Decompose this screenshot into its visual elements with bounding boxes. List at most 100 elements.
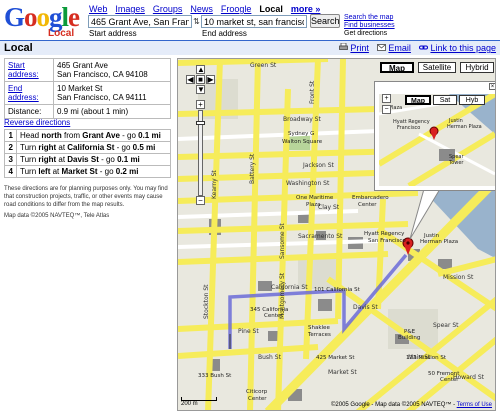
pan-right-icon[interactable]: ▶ xyxy=(206,75,215,84)
zoom-in-icon[interactable]: + xyxy=(196,100,205,109)
inset-zoom-out-icon[interactable]: − xyxy=(382,105,391,114)
svg-text:Center: Center xyxy=(248,396,267,402)
info-bubble: × Hyatt Regency Francisco Justin Herman Pl… xyxy=(374,81,495,191)
pan-up-icon[interactable]: ▲ xyxy=(196,65,205,74)
inset-map[interactable]: Hyatt RegencyFrancisco JustinHerman Plaz… xyxy=(379,94,495,186)
svg-text:Walton Square: Walton Square xyxy=(282,139,323,145)
map-data-credit: Map data ©2005 NAVTEQ™, Tele Atlas xyxy=(4,213,110,219)
email-link[interactable]: Email xyxy=(388,43,411,53)
link-to-page-link[interactable]: Link to this page xyxy=(430,43,496,53)
svg-text:Center: Center xyxy=(440,377,459,383)
pan-center-icon[interactable]: ■ xyxy=(196,75,205,84)
svg-text:Tower: Tower xyxy=(448,160,464,166)
table-row[interactable]: 2 Turn right at California St - go 0.5 m… xyxy=(4,141,171,154)
svg-text:Sacramento St: Sacramento St xyxy=(298,233,343,240)
start-address-label: Start address xyxy=(89,29,137,38)
tab-images[interactable]: Images xyxy=(115,4,145,14)
map-type-map-button[interactable]: Map xyxy=(380,62,414,73)
inset-hyb-button[interactable]: Hyb xyxy=(459,95,485,105)
street-label: Green St xyxy=(250,62,277,69)
inset-zoom-in-icon[interactable]: + xyxy=(382,94,391,103)
svg-text:Clay St: Clay St xyxy=(318,204,340,211)
svg-text:Sydney G: Sydney G xyxy=(288,131,314,137)
logo-sub: Local xyxy=(48,28,75,39)
svg-text:Shaklee: Shaklee xyxy=(308,325,330,331)
svg-text:Bush St: Bush St xyxy=(258,354,282,361)
svg-text:Herman Plaza: Herman Plaza xyxy=(447,124,482,130)
tab-groups[interactable]: Groups xyxy=(153,4,183,14)
svg-text:Spear St: Spear St xyxy=(433,322,459,329)
inset-sat-button[interactable]: Sat xyxy=(433,95,457,105)
service-tabs: Web Images Groups News Froogle Local mor… xyxy=(89,4,320,14)
map-type-satellite-button[interactable]: Satellite xyxy=(418,62,456,73)
chain-link-icon xyxy=(418,45,428,50)
svg-text:333 Bush St: 333 Bush St xyxy=(198,373,232,379)
swap-icon[interactable]: ⇅ xyxy=(193,16,200,27)
svg-text:Washington St: Washington St xyxy=(286,180,330,187)
map-canvas[interactable]: Green St Broadway St Jackson St Washingt… xyxy=(177,58,496,411)
link-action[interactable]: Link to this page xyxy=(418,43,496,53)
end-address-value: 10 Market St San Francisco, CA 94111 xyxy=(53,81,171,105)
table-row[interactable]: 4 Turn left at Market St - go 0.2 mi xyxy=(4,165,171,178)
svg-text:Building: Building xyxy=(398,335,420,341)
end-address-input[interactable] xyxy=(201,15,307,28)
close-icon[interactable]: × xyxy=(489,83,495,90)
tab-froogle[interactable]: Froogle xyxy=(221,4,252,14)
search-button[interactable]: Search xyxy=(310,14,340,28)
svg-text:Front St: Front St xyxy=(309,80,316,104)
distance-key: Distance: xyxy=(4,104,54,119)
get-directions-label: Get directions xyxy=(344,30,388,37)
inset-map-button[interactable]: Map xyxy=(405,95,431,105)
svg-text:Stockton St: Stockton St xyxy=(203,284,210,319)
svg-text:San Francisco: San Francisco xyxy=(368,238,406,244)
map-copyright: ©2005 Google - Map data ©2005 NAVTEQ™ - … xyxy=(330,402,492,408)
end-address-key-link[interactable]: End address: xyxy=(8,84,39,102)
envelope-icon xyxy=(377,44,386,51)
svg-text:Broadway St: Broadway St xyxy=(283,116,321,123)
svg-text:Jackson St: Jackson St xyxy=(302,162,335,169)
svg-text:425 Market St: 425 Market St xyxy=(316,355,355,361)
pan-down-icon[interactable]: ▼ xyxy=(196,85,205,94)
tab-more[interactable]: more » xyxy=(291,4,321,14)
print-action[interactable]: Print xyxy=(338,42,369,53)
printer-icon xyxy=(338,42,348,50)
planning-disclaimer: These directions are for planning purpos… xyxy=(4,186,168,208)
svg-text:Embarcadero: Embarcadero xyxy=(352,195,389,201)
terms-of-use-link[interactable]: Terms of Use xyxy=(457,402,492,408)
svg-text:Center: Center xyxy=(264,313,283,319)
zoom-out-icon[interactable]: − xyxy=(196,196,205,205)
svg-text:Terraces: Terraces xyxy=(307,332,331,338)
svg-text:Francisco: Francisco xyxy=(397,125,420,131)
search-the-map-link[interactable]: Search the map xyxy=(344,14,395,22)
start-address-value: 465 Grant Ave San Francisco, CA 94108 xyxy=(53,58,171,82)
table-row[interactable]: 3 Turn right at Davis St - go 0.1 mi xyxy=(4,153,171,166)
reverse-directions-link[interactable]: Reverse directions xyxy=(4,118,70,127)
end-address-label: End address xyxy=(202,29,247,38)
svg-text:Market St: Market St xyxy=(328,369,357,376)
zoom-slider-track[interactable] xyxy=(196,110,205,196)
search-mode-links: Search the map Find businesses Get direc… xyxy=(344,14,395,38)
tab-web[interactable]: Web xyxy=(89,4,107,14)
svg-text:Hyatt Regency: Hyatt Regency xyxy=(364,231,405,237)
table-row[interactable]: 1 Head north from Grant Ave - go 0.1 mi xyxy=(4,129,171,142)
zoom-slider-handle[interactable] xyxy=(196,121,205,125)
tab-news[interactable]: News xyxy=(190,4,213,14)
svg-text:Plaza: Plaza xyxy=(306,202,320,208)
tab-local: Local xyxy=(259,4,283,14)
print-link[interactable]: Print xyxy=(350,43,369,53)
pan-left-icon[interactable]: ◀ xyxy=(186,75,195,84)
svg-text:Davis St: Davis St xyxy=(353,304,378,311)
svg-text:Battery St: Battery St xyxy=(249,153,256,184)
map-scale: 200 m xyxy=(181,397,217,407)
page-title: Local xyxy=(4,42,33,54)
svg-text:Herman Plaza: Herman Plaza xyxy=(420,239,458,245)
start-address-key-link[interactable]: Start address: xyxy=(8,61,39,79)
map-type-hybrid-button[interactable]: Hybrid xyxy=(460,62,494,73)
find-businesses-link[interactable]: Find businesses xyxy=(344,22,395,30)
svg-text:One Maritime: One Maritime xyxy=(296,195,334,201)
google-local-logo[interactable]: Google Local xyxy=(4,4,84,40)
start-address-input[interactable] xyxy=(88,15,192,28)
header: Google Local Web Images Groups News Froo… xyxy=(0,0,500,40)
email-action[interactable]: Email xyxy=(377,43,411,53)
address-table: Start address: 465 Grant Ave San Francisc… xyxy=(4,58,171,119)
